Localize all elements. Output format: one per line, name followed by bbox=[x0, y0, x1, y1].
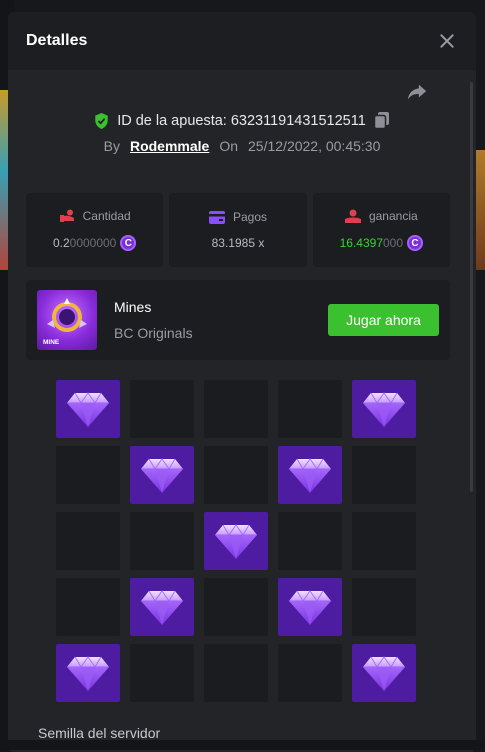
mines-cell bbox=[204, 380, 268, 438]
gem-icon bbox=[363, 392, 405, 427]
mines-cell-gem bbox=[278, 578, 342, 636]
username-link[interactable]: Rodemmale bbox=[130, 138, 209, 154]
gem-icon bbox=[67, 392, 109, 427]
close-icon[interactable] bbox=[438, 32, 456, 50]
mines-cell bbox=[56, 578, 120, 636]
stat-cantidad-value: 0.2 bbox=[52, 236, 70, 250]
server-seed-label: Semilla del servidor bbox=[38, 725, 161, 741]
mines-cell bbox=[278, 380, 342, 438]
bettor-row: By Rodemmale On 25/12/2022, 00:45:30 bbox=[8, 138, 476, 154]
mines-cell bbox=[130, 380, 194, 438]
mines-cell bbox=[204, 578, 268, 636]
mines-cell bbox=[352, 578, 416, 636]
mines-cell bbox=[130, 644, 194, 702]
stat-ganancia: ganancia 16.4397000 C bbox=[312, 193, 450, 267]
stat-pagos-label: Pagos bbox=[232, 210, 267, 224]
scrollbar[interactable] bbox=[470, 82, 473, 492]
coin-icon: C bbox=[407, 235, 424, 251]
coin-icon: C bbox=[120, 235, 137, 251]
mines-cell bbox=[56, 512, 120, 570]
mines-board bbox=[56, 380, 416, 702]
stat-cantidad-decimals: 0000000 bbox=[69, 236, 117, 250]
game-name: Mines bbox=[114, 299, 152, 315]
wallet-icon bbox=[208, 210, 225, 224]
bet-id-row: ID de la apuesta: 63231191431512511 bbox=[8, 112, 476, 129]
gem-icon bbox=[289, 590, 331, 625]
mines-cell bbox=[352, 512, 416, 570]
mines-cell-gem bbox=[352, 644, 416, 702]
profit-icon bbox=[344, 209, 361, 223]
mines-cell-gem bbox=[204, 512, 268, 570]
bet-id: ID de la apuesta: 63231191431512511 bbox=[117, 112, 366, 129]
bet-datetime: 25/12/2022, 00:45:30 bbox=[248, 138, 381, 154]
mines-cell-gem bbox=[56, 644, 120, 702]
game-provider: BC Originals bbox=[114, 325, 193, 341]
mines-game-thumbnail[interactable]: MINE bbox=[37, 290, 97, 350]
mines-cell bbox=[278, 512, 342, 570]
background-banner-right bbox=[475, 150, 485, 270]
mines-cell-gem bbox=[278, 446, 342, 504]
gem-icon bbox=[141, 590, 183, 625]
shield-check-icon bbox=[95, 112, 108, 129]
gem-icon bbox=[141, 458, 183, 493]
mines-cell-gem bbox=[352, 380, 416, 438]
stat-pagos-value: 83.1985 x bbox=[211, 236, 265, 250]
gem-icon bbox=[67, 656, 109, 691]
stat-cantidad-label: Cantidad bbox=[82, 209, 131, 223]
mines-cell bbox=[278, 644, 342, 702]
modal-header: Detalles bbox=[8, 12, 476, 70]
stat-ganancia-decimals: 000 bbox=[383, 236, 404, 250]
gem-icon bbox=[215, 524, 257, 559]
stat-ganancia-value: 16.4397 bbox=[339, 236, 383, 250]
mines-logo-icon: MINE bbox=[43, 298, 87, 346]
share-icon[interactable] bbox=[406, 82, 428, 102]
bet-details-modal: Detalles ID de la apuesta: 6323119143151… bbox=[8, 12, 476, 752]
copy-icon[interactable] bbox=[373, 112, 390, 129]
mines-cell bbox=[56, 446, 120, 504]
on-label: On bbox=[219, 138, 239, 154]
gem-icon bbox=[289, 458, 331, 493]
mines-cell-gem bbox=[130, 446, 194, 504]
bet-stats: Cantidad 0.20000000 C Pagos 83.1985 x ga… bbox=[26, 193, 450, 267]
modal-title: Detalles bbox=[26, 32, 88, 49]
mines-cell bbox=[204, 644, 268, 702]
money-hand-icon bbox=[59, 209, 74, 222]
mines-cell-gem bbox=[130, 578, 194, 636]
by-label: By bbox=[103, 138, 120, 154]
mines-cell bbox=[352, 446, 416, 504]
stat-cantidad: Cantidad 0.20000000 C bbox=[26, 193, 164, 267]
background-footer bbox=[0, 740, 485, 750]
mines-cell-gem bbox=[56, 380, 120, 438]
game-card: MINE Mines BC Originals Jugar ahora bbox=[26, 280, 450, 360]
stat-pagos: Pagos 83.1985 x bbox=[169, 193, 307, 267]
gem-icon bbox=[363, 656, 405, 691]
play-now-button[interactable]: Jugar ahora bbox=[328, 304, 439, 336]
thumb-label: MINE bbox=[43, 339, 60, 346]
mines-cell bbox=[204, 446, 268, 504]
mines-cell bbox=[130, 512, 194, 570]
stat-ganancia-label: ganancia bbox=[368, 209, 418, 223]
